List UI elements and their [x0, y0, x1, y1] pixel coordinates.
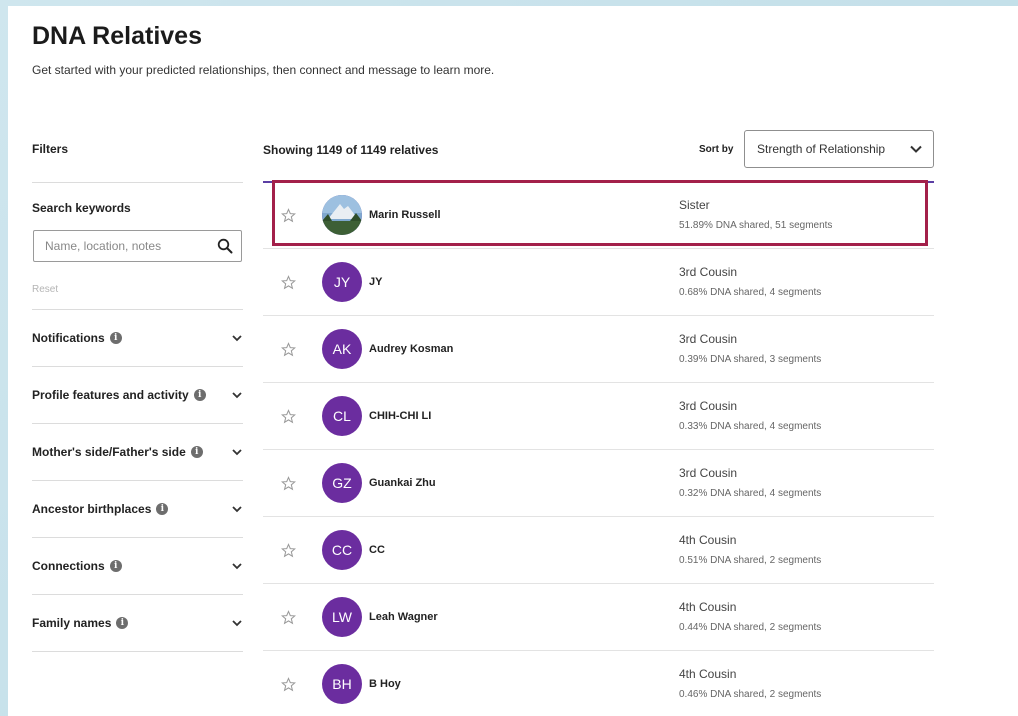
chevron-down-icon: [232, 449, 242, 456]
results-count: Showing 1149 of 1149 relatives: [263, 143, 439, 157]
relative-row[interactable]: JY JY 3rd Cousin 0.68% DNA shared, 4 seg…: [263, 250, 934, 316]
relative-row[interactable]: LW Leah Wagner 4th Cousin 0.44% DNA shar…: [263, 585, 934, 651]
star-icon[interactable]: [281, 610, 296, 625]
relative-row[interactable]: BH B Hoy 4th Cousin 0.46% DNA shared, 2 …: [263, 652, 934, 716]
filter-ancestor-birthplaces[interactable]: Ancestor birthplaces i: [32, 499, 243, 519]
search-input[interactable]: [34, 238, 217, 254]
avatar[interactable]: JY: [322, 262, 362, 302]
dna-shared: 0.39% DNA shared, 3 segments: [679, 354, 822, 365]
filters-heading: Filters: [32, 142, 69, 156]
relative-name[interactable]: CC: [369, 544, 385, 556]
filter-divider: [32, 480, 243, 481]
sort-value: Strength of Relationship: [757, 142, 886, 156]
relative-name[interactable]: Guankai Zhu: [369, 477, 436, 489]
star-icon[interactable]: [281, 677, 296, 692]
star-icon[interactable]: [281, 476, 296, 491]
chevron-down-icon: [910, 145, 922, 153]
search-keywords-label: Search keywords: [32, 201, 131, 215]
dna-shared: 0.68% DNA shared, 4 segments: [679, 287, 822, 298]
page-title: DNA Relatives: [32, 22, 202, 50]
reset-link[interactable]: Reset: [32, 284, 58, 295]
sort-label: Sort by: [699, 144, 734, 155]
relative-name[interactable]: B Hoy: [369, 678, 401, 690]
relationship: 4th Cousin: [679, 533, 737, 547]
filter-divider: [32, 309, 243, 310]
avatar[interactable]: CL: [322, 396, 362, 436]
sort-dropdown[interactable]: Strength of Relationship: [744, 130, 934, 168]
filter-notifications[interactable]: Notifications i: [32, 328, 243, 348]
relative-row[interactable]: GZ Guankai Zhu 3rd Cousin 0.32% DNA shar…: [263, 451, 934, 517]
chevron-down-icon: [232, 620, 242, 627]
filter-label: Profile features and activity: [32, 388, 189, 402]
chevron-down-icon: [232, 563, 242, 570]
relative-name[interactable]: Leah Wagner: [369, 611, 438, 623]
relative-name[interactable]: CHIH-CHI LI: [369, 410, 431, 422]
dna-shared: 0.33% DNA shared, 4 segments: [679, 421, 822, 432]
info-icon[interactable]: i: [156, 503, 169, 515]
star-icon[interactable]: [281, 543, 296, 558]
relative-name[interactable]: JY: [369, 276, 382, 288]
relative-name[interactable]: Audrey Kosman: [369, 343, 453, 355]
dna-relatives-page: DNA Relatives Get started with your pred…: [8, 6, 1018, 716]
filter-profile-features[interactable]: Profile features and activity i: [32, 385, 243, 405]
filter-parental-side[interactable]: Mother's side/Father's side i: [32, 442, 243, 462]
filter-divider: [32, 537, 243, 538]
relationship: 3rd Cousin: [679, 332, 738, 346]
avatar[interactable]: BH: [322, 664, 362, 704]
chevron-down-icon: [232, 335, 242, 342]
info-icon[interactable]: i: [193, 389, 206, 401]
info-icon[interactable]: i: [109, 332, 122, 344]
info-icon[interactable]: i: [116, 617, 129, 629]
filter-divider: [32, 423, 243, 424]
star-icon[interactable]: [281, 342, 296, 357]
relative-row[interactable]: AK Audrey Kosman 3rd Cousin 0.39% DNA sh…: [263, 317, 934, 383]
filter-family-names[interactable]: Family names i: [32, 613, 243, 633]
relationship: 3rd Cousin: [679, 466, 738, 480]
filter-connections[interactable]: Connections i: [32, 556, 243, 576]
relative-row[interactable]: CC CC 4th Cousin 0.51% DNA shared, 2 seg…: [263, 518, 934, 584]
dna-shared: 0.44% DNA shared, 2 segments: [679, 622, 822, 633]
relationship: 4th Cousin: [679, 600, 737, 614]
star-icon[interactable]: [281, 275, 296, 290]
filter-divider: [32, 366, 243, 367]
info-icon[interactable]: i: [109, 560, 122, 572]
filter-divider: [32, 651, 243, 652]
search-box: [33, 230, 242, 262]
avatar[interactable]: LW: [322, 597, 362, 637]
avatar[interactable]: AK: [322, 329, 362, 369]
avatar[interactable]: GZ: [322, 463, 362, 503]
dna-shared: 0.46% DNA shared, 2 segments: [679, 689, 822, 700]
filter-label: Notifications: [32, 331, 105, 345]
search-icon[interactable]: [217, 238, 233, 254]
dna-shared: 0.51% DNA shared, 2 segments: [679, 555, 822, 566]
relative-row[interactable]: CL CHIH-CHI LI 3rd Cousin 0.33% DNA shar…: [263, 384, 934, 450]
relationship: 3rd Cousin: [679, 265, 738, 279]
relationship: 3rd Cousin: [679, 399, 738, 413]
relationship: 4th Cousin: [679, 667, 737, 681]
filters-divider: [32, 182, 243, 183]
highlight-box: [272, 180, 928, 246]
chevron-down-icon: [232, 392, 242, 399]
filter-label: Connections: [32, 559, 105, 573]
filter-label: Ancestor birthplaces: [32, 502, 152, 516]
star-icon[interactable]: [281, 409, 296, 424]
filter-label: Family names: [32, 616, 112, 630]
filter-label: Mother's side/Father's side: [32, 445, 186, 459]
filter-divider: [32, 594, 243, 595]
avatar[interactable]: CC: [322, 530, 362, 570]
info-icon[interactable]: i: [190, 446, 203, 458]
page-subtitle: Get started with your predicted relation…: [32, 63, 495, 77]
dna-shared: 0.32% DNA shared, 4 segments: [679, 488, 822, 499]
chevron-down-icon: [232, 506, 242, 513]
